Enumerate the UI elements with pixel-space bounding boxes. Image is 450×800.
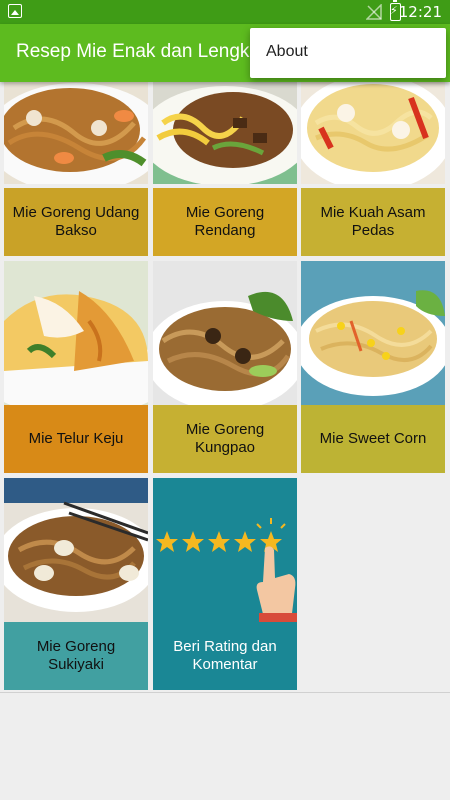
recipe-card-label: Mie Goreng Rendang	[153, 188, 297, 256]
status-time: 12:21	[398, 3, 442, 21]
recipe-card-mie-goreng-udang-bakso[interactable]: Mie Goreng Udang Bakso	[4, 78, 148, 256]
recipe-card-label: Mie Goreng Kungpao	[153, 405, 297, 473]
recipe-card-label: Mie Sweet Corn	[301, 405, 445, 473]
recipe-card-mie-kuah-asam-pedas[interactable]: Mie Kuah Asam Pedas	[301, 78, 445, 256]
menu-item-about[interactable]: About	[266, 43, 308, 61]
recipe-card-label: Mie Kuah Asam Pedas	[301, 188, 445, 256]
recipe-image	[153, 78, 297, 184]
recipe-card-label: Beri Rating dan Komentar	[153, 622, 297, 690]
recipe-card-mie-goreng-sukiyaki[interactable]: Mie Goreng Sukiyaki	[4, 478, 148, 690]
rate-and-comment-card[interactable]: Beri Rating dan Komentar	[153, 478, 297, 690]
recipe-card-mie-goreng-rendang[interactable]: Mie Goreng Rendang	[153, 78, 297, 256]
recipe-card-mie-goreng-kungpao[interactable]: Mie Goreng Kungpao	[153, 261, 297, 473]
recipe-image	[301, 78, 445, 184]
recipe-card-label: Mie Telur Keju	[4, 405, 148, 473]
recipe-card-mie-telur-keju[interactable]: Mie Telur Keju	[4, 261, 148, 473]
status-bar: 12:21	[0, 0, 450, 24]
app-title: Resep Mie Enak dan Lengkap	[16, 41, 271, 62]
recipe-image	[153, 261, 297, 405]
rating-image	[153, 478, 297, 622]
recipe-card-mie-sweet-corn[interactable]: Mie Sweet Corn	[301, 261, 445, 473]
divider	[0, 692, 450, 693]
recipe-card-label: Mie Goreng Sukiyaki	[4, 622, 148, 690]
recipe-image	[4, 261, 148, 405]
recipe-card-label: Mie Goreng Udang Bakso	[4, 188, 148, 256]
recipe-image	[4, 478, 148, 622]
image-notification-icon	[8, 4, 22, 18]
overflow-menu: About	[250, 28, 446, 78]
recipe-image	[301, 261, 445, 405]
no-signal-icon	[366, 4, 382, 20]
recipe-image	[4, 78, 148, 184]
